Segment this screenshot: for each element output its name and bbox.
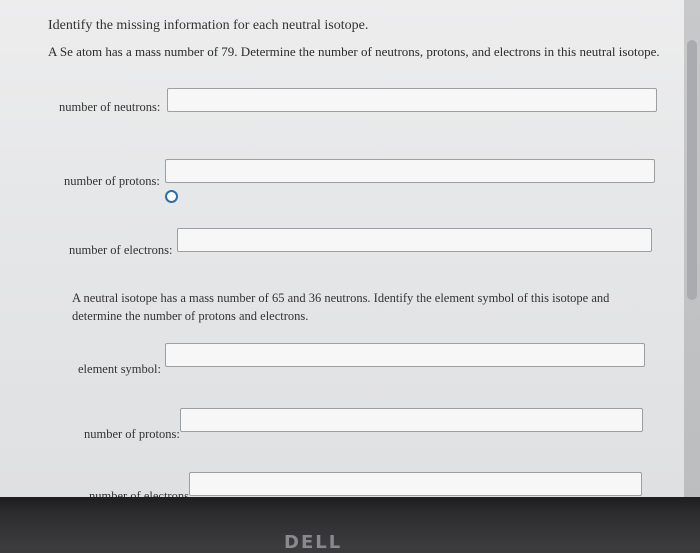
monitor-bezel	[0, 497, 700, 549]
q2-electrons-input[interactable]	[189, 472, 642, 496]
vertical-scrollbar[interactable]	[684, 0, 700, 500]
element-symbol-label: element symbol:	[78, 362, 161, 376]
question-1-prompt: A Se atom has a mass number of 79. Deter…	[48, 44, 660, 59]
electrons-input[interactable]	[177, 228, 652, 252]
question-2-prompt: A neutral isotope has a mass number of 6…	[72, 291, 610, 323]
protons-input[interactable]	[165, 159, 655, 183]
neutrons-label: number of neutrons:	[59, 100, 161, 114]
scrollbar-thumb[interactable]	[687, 40, 697, 300]
dell-logo: DELL	[284, 532, 343, 553]
element-symbol-input[interactable]	[165, 343, 645, 367]
q2-protons-input[interactable]	[180, 408, 643, 432]
content-area: Identify the missing information for eac…	[0, 0, 700, 503]
electrons-label: number of electrons:	[69, 243, 173, 257]
page-title: Identify the missing information for eac…	[48, 18, 369, 33]
protons-label: number of protons:	[64, 174, 160, 188]
text-cursor-icon	[165, 190, 178, 203]
q2-protons-label: number of protons:	[84, 427, 180, 441]
neutrons-input[interactable]	[167, 88, 657, 112]
